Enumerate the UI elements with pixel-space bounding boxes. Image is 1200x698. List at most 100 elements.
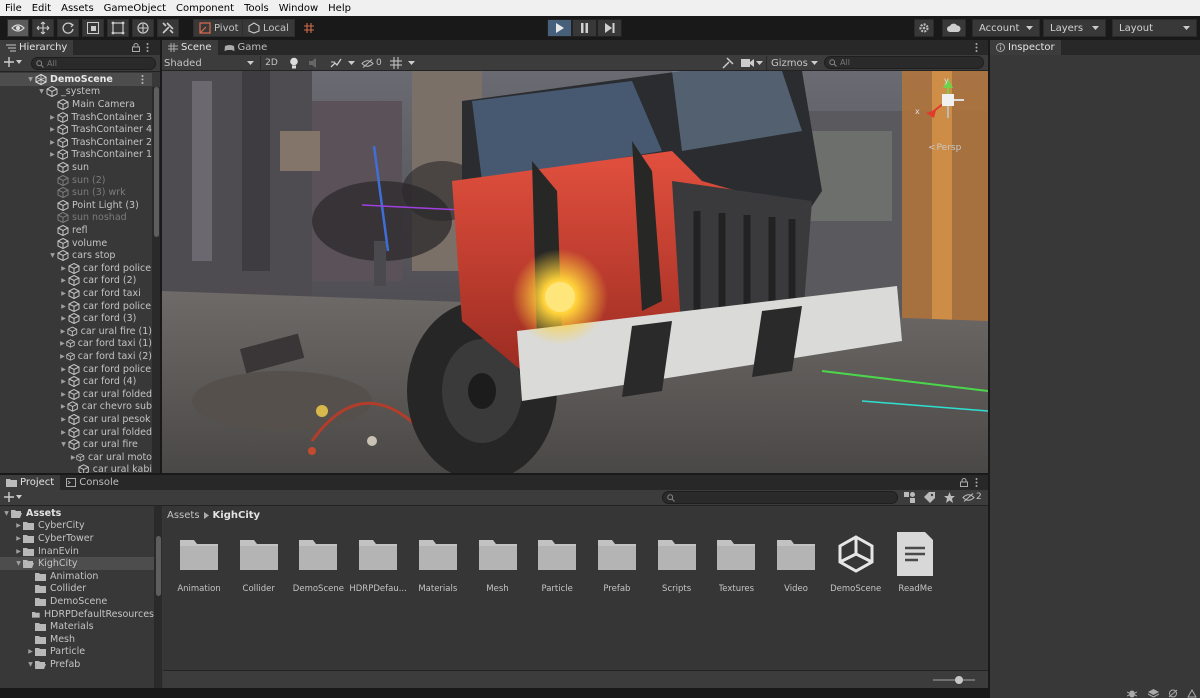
asset-item[interactable]: Textures <box>706 534 766 604</box>
hierarchy-row[interactable]: Main Camera <box>0 98 152 111</box>
hierarchy-row[interactable]: ▶ car chevro sub <box>0 401 152 414</box>
slider-handle[interactable] <box>955 676 963 684</box>
expand-arrow-icon[interactable]: ▶ <box>26 648 35 655</box>
hierarchy-row[interactable]: ▶ TrashContainer 1 <box>0 149 152 162</box>
hierarchy-row[interactable]: ▶ car ford police <box>0 262 152 275</box>
hierarchy-row[interactable]: ▶ car ural folded <box>0 388 152 401</box>
hierarchy-row[interactable]: volume <box>0 237 152 250</box>
projection-toggle[interactable]: < Persp <box>928 143 961 153</box>
layout-dropdown[interactable]: Layout <box>1112 19 1197 37</box>
project-tree-scrollbar[interactable] <box>154 506 162 688</box>
expand-arrow-icon[interactable]: ▶ <box>59 315 68 322</box>
menu-gameobject[interactable]: GameObject <box>99 3 171 14</box>
expand-arrow-icon[interactable]: ▶ <box>48 151 57 158</box>
more-menu-icon[interactable] <box>975 478 978 487</box>
hidden-objects-toggle[interactable]: 0 <box>361 56 382 70</box>
hierarchy-row[interactable]: ▼ _system <box>0 86 152 99</box>
dropdown-arrow-icon[interactable] <box>348 61 355 65</box>
asset-item[interactable]: HDRPDefau... <box>348 534 408 604</box>
expand-arrow-icon[interactable]: ▶ <box>59 277 68 284</box>
asset-item[interactable]: Mesh <box>468 534 528 604</box>
step-button[interactable] <box>597 19 622 37</box>
search-by-type-icon[interactable] <box>904 492 916 503</box>
expand-arrow-icon[interactable]: ▶ <box>59 328 67 335</box>
expand-arrow-icon[interactable]: ▶ <box>48 139 57 146</box>
view-tool-button[interactable] <box>7 19 29 37</box>
hierarchy-row[interactable]: sun (3) wrk <box>0 186 152 199</box>
tools-icon[interactable] <box>722 57 734 69</box>
asset-item[interactable]: ReadMe <box>885 532 945 604</box>
play-button[interactable] <box>547 19 572 37</box>
custom-tool-button[interactable] <box>157 19 179 37</box>
tab-project[interactable]: Project <box>0 475 61 490</box>
hierarchy-row[interactable]: ▶ TrashContainer 3 <box>0 111 152 124</box>
cloud-button[interactable] <box>942 19 966 37</box>
tab-game[interactable]: Game <box>218 40 274 55</box>
expand-arrow-icon[interactable]: ▶ <box>59 416 68 423</box>
layers-dropdown[interactable]: Layers <box>1043 19 1106 37</box>
folder-tree-row[interactable]: ▼ Prefab <box>0 658 154 671</box>
expand-arrow-icon[interactable]: ▶ <box>59 429 68 436</box>
expand-arrow-icon[interactable]: ▶ <box>59 265 68 272</box>
rotate-tool-button[interactable] <box>57 19 79 37</box>
expand-arrow-icon[interactable]: ▼ <box>37 88 46 95</box>
hierarchy-row[interactable]: ▶ TrashContainer 4 <box>0 123 152 136</box>
folder-tree-row[interactable]: HDRPDefaultResources <box>0 608 154 621</box>
more-menu-icon[interactable] <box>146 43 149 52</box>
asset-item[interactable]: Particle <box>527 534 587 604</box>
hierarchy-row[interactable]: ▶ car ural fire (1) <box>0 325 152 338</box>
favorite-star-icon[interactable] <box>944 492 955 503</box>
folder-tree-row[interactable]: Animation <box>0 570 154 583</box>
label-tag-icon[interactable] <box>924 492 935 503</box>
shading-mode-dropdown[interactable]: Shaded <box>164 56 256 70</box>
hierarchy-row[interactable]: ▶ car ural folded <box>0 426 152 439</box>
hierarchy-row[interactable]: sun <box>0 161 152 174</box>
expand-arrow-icon[interactable]: ▶ <box>48 114 57 121</box>
more-menu-icon[interactable] <box>975 43 978 52</box>
create-button[interactable] <box>4 57 22 67</box>
scrollbar-thumb[interactable] <box>156 536 161 596</box>
move-tool-button[interactable] <box>32 19 54 37</box>
account-dropdown[interactable]: Account <box>972 19 1040 37</box>
folder-tree-row[interactable]: Mesh <box>0 633 154 646</box>
asset-item[interactable]: DemoScene <box>288 534 348 604</box>
expand-arrow-icon[interactable]: ▶ <box>59 378 68 385</box>
scene-search-input[interactable]: All <box>824 56 984 69</box>
expand-arrow-icon[interactable]: ▶ <box>59 340 66 347</box>
lock-icon[interactable] <box>132 43 140 52</box>
expand-arrow-icon[interactable]: ▶ <box>48 126 57 133</box>
camera-icon[interactable] <box>741 58 754 68</box>
auto-generate-lighting-icon[interactable] <box>1168 689 1178 698</box>
lightbulb-icon[interactable] <box>289 57 299 69</box>
asset-item[interactable]: Collider <box>229 534 289 604</box>
gizmos-dropdown[interactable]: Gizmos <box>766 56 818 70</box>
folder-tree-row[interactable]: ▶ CyberTower <box>0 532 154 545</box>
folder-tree-row[interactable]: Collider <box>0 583 154 596</box>
asset-item[interactable]: Video <box>766 534 826 604</box>
services-button[interactable] <box>914 19 934 37</box>
asset-item[interactable]: Animation <box>169 534 229 604</box>
folder-tree-row[interactable]: ▶ Particle <box>0 646 154 659</box>
folder-tree-row[interactable]: DemoScene <box>0 595 154 608</box>
menu-assets[interactable]: Assets <box>56 3 99 14</box>
menu-help[interactable]: Help <box>323 3 356 14</box>
hierarchy-row[interactable]: ▶ car ford taxi <box>0 287 152 300</box>
expand-arrow-icon[interactable]: ▶ <box>59 391 68 398</box>
toggle-2d-button[interactable]: 2D <box>260 56 282 70</box>
scrollbar-thumb[interactable] <box>154 87 159 237</box>
hierarchy-row[interactable]: ▶ car ford police <box>0 363 152 376</box>
folder-tree-row[interactable]: ▶ InanEvin <box>0 545 154 558</box>
hierarchy-row[interactable]: ▶ car ford (2) <box>0 275 152 288</box>
expand-arrow-icon[interactable]: ▼ <box>48 252 57 259</box>
hierarchy-row[interactable]: ▶ car ford (3) <box>0 312 152 325</box>
asset-item[interactable]: Materials <box>408 534 468 604</box>
cache-server-icon[interactable] <box>1187 689 1197 698</box>
effects-icon[interactable] <box>330 58 342 68</box>
hidden-packages-toggle[interactable]: 2 <box>962 492 982 502</box>
hierarchy-row[interactable]: refl <box>0 224 152 237</box>
expand-arrow-icon[interactable]: ▼ <box>26 661 35 668</box>
hierarchy-row[interactable]: Point Light (3) <box>0 199 152 212</box>
hierarchy-search-input[interactable]: All <box>31 57 156 70</box>
scene-viewport[interactable]: y x < Persp <box>162 71 988 473</box>
menu-window[interactable]: Window <box>274 3 323 14</box>
